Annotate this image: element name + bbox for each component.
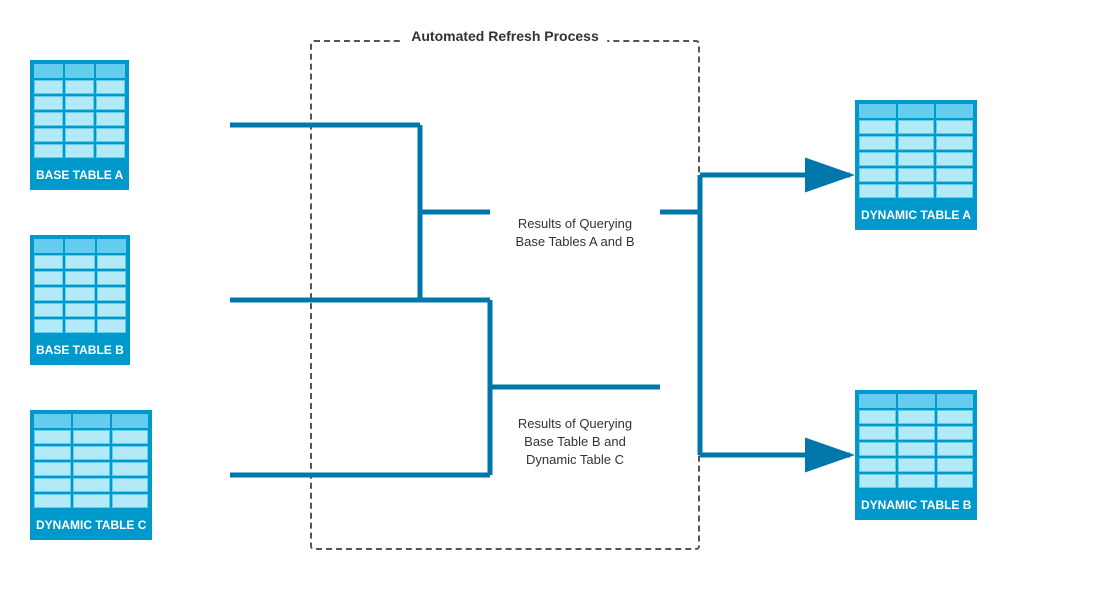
result-label-a: Results of QueryingBase Tables A and B [500, 215, 650, 251]
dynamic-table-a-label: DYNAMIC TABLE A [855, 202, 977, 230]
dynamic-table-c: DYNAMIC TABLE C [30, 410, 152, 540]
dynamic-table-a-grid [855, 100, 977, 202]
automated-refresh-box: Automated Refresh Process [310, 40, 700, 550]
dynamic-table-b: DYNAMIC TABLE B [855, 390, 977, 520]
diagram-container: Automated Refresh Process BASE TABLE A [0, 0, 1095, 600]
base-table-a-grid [30, 60, 129, 162]
automated-refresh-title: Automated Refresh Process [403, 28, 607, 44]
dynamic-table-b-grid [855, 390, 977, 492]
base-table-b: BASE TABLE B [30, 235, 130, 365]
base-table-b-label: BASE TABLE B [30, 337, 130, 365]
base-table-a-label: BASE TABLE A [30, 162, 129, 190]
dynamic-table-c-grid [30, 410, 152, 512]
dynamic-table-c-label: DYNAMIC TABLE C [30, 512, 152, 540]
result-label-b: Results of QueryingBase Table B andDynam… [500, 415, 650, 470]
base-table-a: BASE TABLE A [30, 60, 129, 190]
base-table-b-grid [30, 235, 130, 337]
dynamic-table-b-label: DYNAMIC TABLE B [855, 492, 977, 520]
dynamic-table-a: DYNAMIC TABLE A [855, 100, 977, 230]
